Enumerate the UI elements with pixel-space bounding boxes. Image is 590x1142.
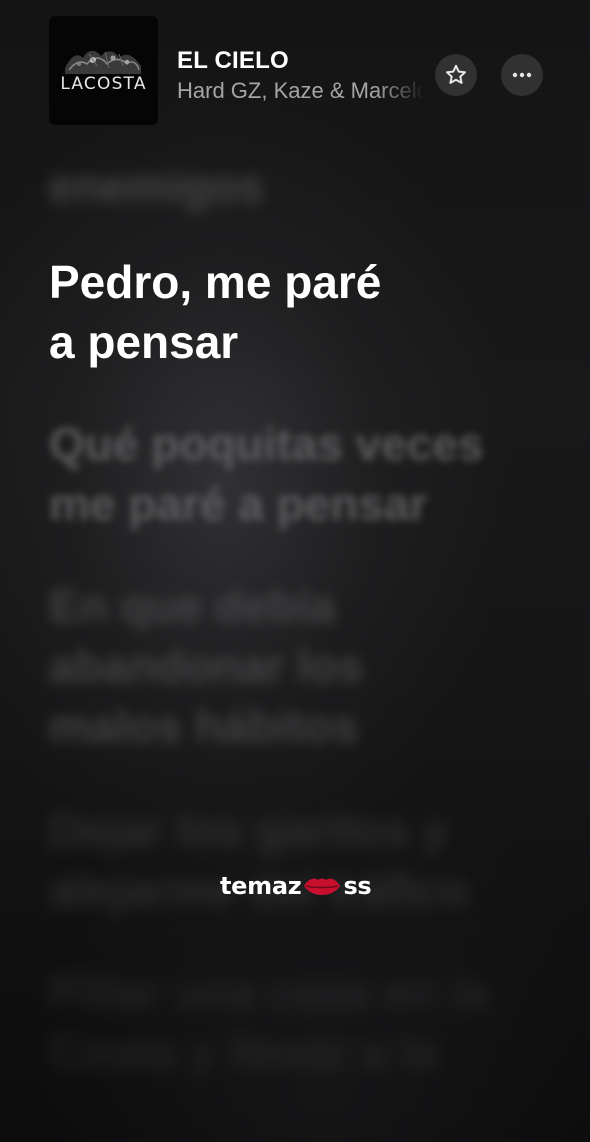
lyric-text: Pillar una casa en la bbox=[49, 966, 489, 1018]
lyric-text: me paré a pensar bbox=[49, 478, 428, 530]
now-playing-header: LACOSTA EL CIELO Hard GZ, Kaze & Marcelo bbox=[0, 0, 590, 130]
cover-brand-text: LACOSTA bbox=[60, 74, 147, 94]
lyric-text: enemigos bbox=[49, 160, 264, 212]
lips-icon bbox=[304, 878, 341, 895]
lyric-line-current[interactable]: Pedro, me paré a pensar bbox=[49, 252, 529, 372]
lyric-text: Costa y llevar a la bbox=[49, 1026, 438, 1078]
lyric-text: abandonar los bbox=[49, 640, 364, 692]
lyric-text: a pensar bbox=[49, 316, 239, 368]
lyric-text: Qué poquitas veces bbox=[49, 418, 484, 470]
more-horizontal-icon bbox=[512, 72, 532, 78]
lyric-text: Dejar los garitos y bbox=[49, 804, 448, 856]
song-artists: Hard GZ, Kaze & Marcelo bbox=[177, 78, 425, 103]
song-title: EL CIELO bbox=[177, 47, 289, 74]
lyric-line-previous[interactable]: enemigos bbox=[49, 156, 529, 216]
lyric-text: Pedro, me paré bbox=[49, 256, 382, 308]
star-icon bbox=[446, 64, 466, 84]
favorite-button[interactable] bbox=[435, 54, 477, 96]
album-cover[interactable]: LACOSTA bbox=[49, 16, 158, 125]
lyric-line-upcoming[interactable]: Qué poquitas veces me paré a pensar bbox=[49, 414, 529, 534]
cover-artwork-icon bbox=[65, 50, 141, 74]
watermark-text-start: temaz bbox=[220, 872, 302, 900]
watermark-text-end: ss bbox=[343, 872, 372, 900]
lyric-line-upcoming[interactable]: Pillar una casa en la Costa y llevar a l… bbox=[49, 962, 529, 1082]
lyric-text: malos hábitos bbox=[49, 700, 359, 752]
more-options-button[interactable] bbox=[501, 54, 543, 96]
watermark-logo: temaz ss bbox=[220, 868, 372, 904]
lyric-line-upcoming[interactable]: En que debía abandonar los malos hábitos bbox=[49, 576, 529, 756]
lyric-text: En que debía bbox=[49, 580, 336, 632]
